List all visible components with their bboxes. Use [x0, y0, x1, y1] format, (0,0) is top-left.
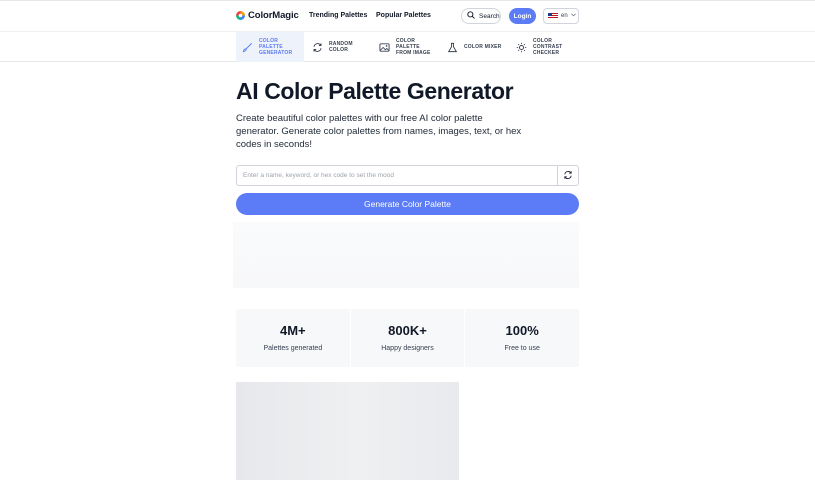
refresh-icon — [312, 42, 323, 53]
tab-color-palette-generator[interactable]: COLOR PALETTE GENERATOR — [236, 32, 304, 62]
stat-value: 100% — [505, 323, 539, 338]
stat-value: 4M+ — [280, 323, 306, 338]
login-button[interactable]: Login — [509, 8, 536, 24]
palette-result-placeholder — [233, 222, 579, 288]
stats-panel: 4M+ Palettes generated 800K+ Happy desig… — [236, 309, 580, 367]
tab-label: COLOR CONTRAST CHECKER — [533, 38, 563, 56]
colormagic-logo-icon — [236, 11, 245, 20]
tab-label: COLOR PALETTE GENERATOR — [259, 38, 293, 56]
image-icon — [379, 42, 390, 53]
nav-trending-palettes[interactable]: Trending Palettes — [309, 12, 367, 19]
image-placeholder — [236, 382, 459, 480]
stat-card: 4M+ Palettes generated — [236, 309, 350, 367]
tab-label: COLOR MIXER — [464, 44, 502, 50]
top-header: ColorMagic Trending Palettes Popular Pal… — [0, 0, 815, 30]
search-icon — [467, 11, 475, 21]
flask-icon — [447, 42, 458, 53]
stat-label: Happy designers — [381, 345, 434, 352]
brush-icon — [242, 42, 253, 53]
page-title: AI Color Palette Generator — [236, 78, 514, 104]
refresh-icon — [563, 167, 573, 185]
page-subtitle: Create beautiful color palettes with our… — [236, 113, 522, 150]
tab-label: RANDOM COLOR — [329, 41, 353, 53]
logo[interactable]: ColorMagic — [236, 10, 299, 21]
mood-input-group — [236, 165, 579, 186]
tab-color-palette-from-image[interactable]: COLOR PALETTE FROM IMAGE — [373, 32, 439, 62]
language-selector[interactable]: en — [543, 8, 579, 24]
chevron-down-icon — [570, 13, 576, 19]
stat-card: 100% Free to use — [465, 309, 580, 367]
tab-label: COLOR PALETTE FROM IMAGE — [396, 38, 431, 56]
randomize-button[interactable] — [557, 166, 578, 185]
brand-name: ColorMagic — [248, 10, 299, 21]
language-code: en — [561, 13, 568, 19]
sun-icon — [516, 42, 527, 53]
tab-random-color[interactable]: RANDOM COLOR — [306, 32, 370, 62]
stat-card: 800K+ Happy designers — [350, 309, 465, 367]
stat-label: Free to use — [504, 345, 540, 352]
tool-tabs: COLOR PALETTE GENERATOR RANDOM COLOR COL… — [0, 31, 815, 62]
mood-input[interactable] — [237, 166, 558, 185]
stat-label: Palettes generated — [263, 345, 323, 352]
nav-popular-palettes[interactable]: Popular Palettes — [376, 12, 431, 19]
search-button-label: Search — [479, 12, 500, 20]
stat-value: 800K+ — [388, 323, 427, 338]
search-button[interactable]: Search — [461, 8, 501, 24]
tab-color-mixer[interactable]: COLOR MIXER — [441, 32, 507, 62]
us-flag-icon — [548, 13, 558, 19]
generate-palette-button[interactable]: Generate Color Palette — [236, 193, 579, 215]
tab-color-contrast-checker[interactable]: COLOR CONTRAST CHECKER — [510, 32, 578, 62]
